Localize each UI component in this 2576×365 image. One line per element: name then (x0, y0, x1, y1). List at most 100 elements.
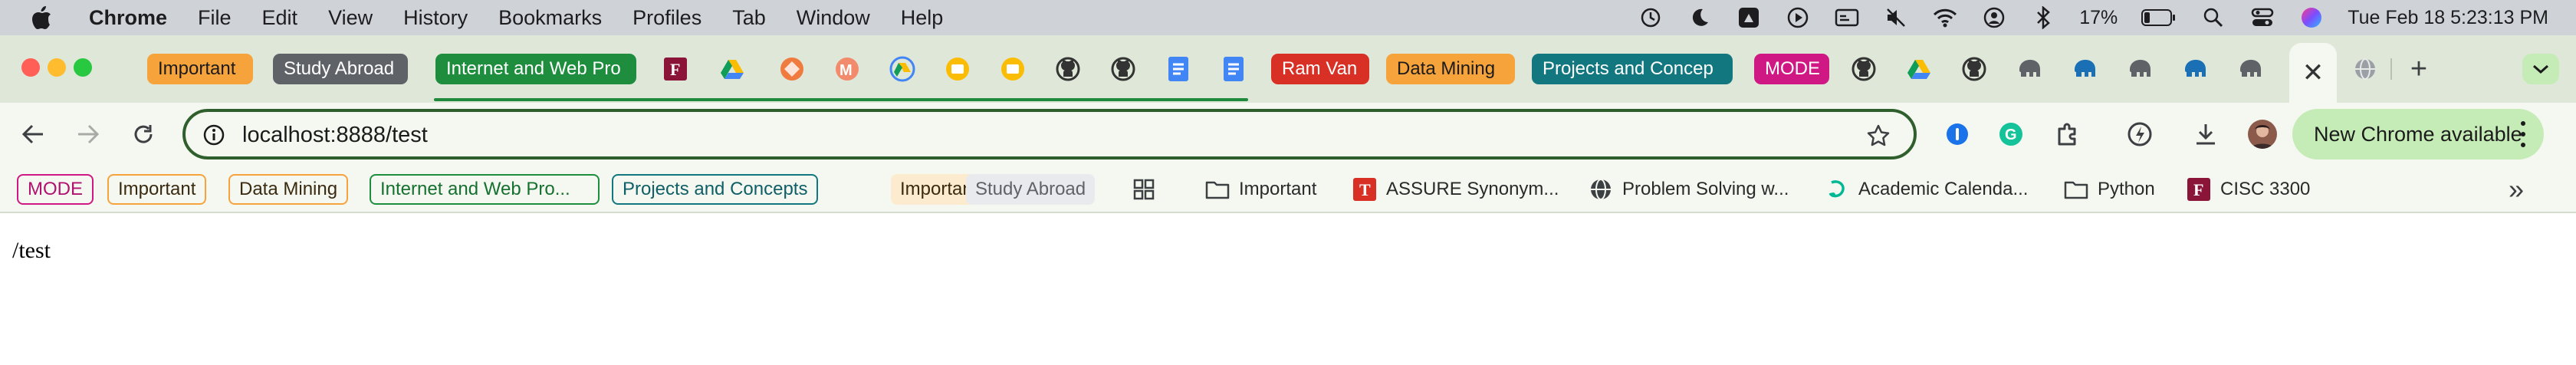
moon-icon[interactable] (1687, 5, 1713, 31)
fordham-icon[interactable]: F (662, 56, 688, 82)
bookmark-problem-solving[interactable]: Problem Solving w... (1589, 174, 1789, 205)
docs-icon[interactable] (1165, 56, 1191, 82)
menu-profiles[interactable]: Profiles (632, 6, 702, 30)
play-icon[interactable] (1785, 5, 1811, 31)
bluetooth-icon[interactable] (2030, 5, 2056, 31)
control-center-icon[interactable] (2249, 5, 2275, 31)
download-icon[interactable] (2190, 118, 2222, 150)
menu-view[interactable]: View (328, 6, 373, 30)
academic-calendar-icon (1825, 177, 1849, 202)
apps-grid-icon (1132, 177, 1156, 202)
back-button[interactable] (15, 117, 51, 152)
bookmark-academic-calendar[interactable]: Academic Calenda... (1825, 174, 2028, 205)
elephant-icon[interactable] (2072, 56, 2098, 82)
elephant-icon[interactable] (2182, 56, 2208, 82)
menu-bookmarks[interactable]: Bookmarks (498, 6, 602, 30)
slides-icon[interactable] (945, 56, 971, 82)
svg-text:F: F (670, 60, 680, 79)
elephant-icon[interactable] (2237, 56, 2263, 82)
elephant-icon[interactable] (2127, 56, 2153, 82)
bookmark-group-projects-concepts[interactable]: Projects and Concepts (612, 174, 819, 205)
menu-tab[interactable]: Tab (732, 6, 766, 30)
menu-help[interactable]: Help (901, 6, 944, 30)
password-manager-extension-icon[interactable] (1941, 118, 1973, 150)
page-content: /test (0, 213, 2576, 365)
docs-icon[interactable] (1221, 56, 1247, 82)
spotlight-search-icon[interactable] (2200, 5, 2226, 31)
bookmark-folder-python[interactable]: Python (2064, 174, 2155, 205)
card-icon[interactable] (1834, 5, 1860, 31)
muted-speaker-icon[interactable] (1883, 5, 1909, 31)
elephant-icon[interactable] (2016, 56, 2042, 82)
grammarly-extension-icon[interactable]: G (1995, 118, 2027, 150)
bookmark-group-label: Internet and Web Pro... (380, 179, 570, 199)
bookmark-group-important[interactable]: Important (107, 174, 207, 205)
menu-window[interactable]: Window (797, 6, 870, 30)
bookmark-label: Python (2098, 179, 2155, 199)
zoom-window-button[interactable] (74, 58, 92, 77)
bookmark-folder-important[interactable]: Important (1205, 174, 1316, 205)
new-tab-button[interactable]: + (2406, 53, 2432, 85)
address-bar[interactable]: localhost:8888/test (182, 109, 1917, 159)
slides-icon[interactable] (1000, 56, 1026, 82)
menu-edit[interactable]: Edit (262, 6, 298, 30)
m-logo-icon[interactable]: M (834, 56, 860, 82)
bookmark-cisc-3300[interactable]: F CISC 3300 (2187, 174, 2310, 205)
tab-group-ram-van[interactable]: Ram Van (1271, 54, 1369, 84)
siri-icon[interactable] (2298, 5, 2325, 31)
fordham-icon: F (2187, 177, 2211, 202)
tab-group-important[interactable]: Important (147, 54, 253, 84)
app-menu-chrome[interactable]: Chrome (89, 6, 167, 30)
close-tab-icon[interactable]: ✕ (2302, 58, 2325, 88)
tab-group-label: Ram Van (1282, 58, 1358, 79)
site-info-icon[interactable] (201, 122, 227, 148)
menu-history[interactable]: History (403, 6, 468, 30)
reload-button[interactable] (126, 117, 161, 152)
time-machine-icon[interactable] (1638, 5, 1664, 31)
apps-grid-button[interactable] (1132, 174, 1156, 205)
diamond-icon[interactable] (779, 56, 805, 82)
extensions-puzzle-icon[interactable] (2052, 118, 2084, 150)
github-icon[interactable] (1961, 56, 1987, 82)
bookmark-group-mode[interactable]: MODE (17, 174, 94, 205)
tab-group-mode[interactable]: MODE (1754, 54, 1829, 84)
tab-group-study-abroad[interactable]: Study Abroad (273, 54, 408, 84)
more-menu-icon[interactable] (2519, 121, 2527, 147)
macos-menu-bar: Chrome File Edit View History Bookmarks … (0, 0, 2576, 35)
forward-button[interactable] (71, 117, 106, 152)
profile-avatar[interactable] (2246, 118, 2279, 150)
bookmark-assure-synonym[interactable]: T ASSURE Synonym... (1352, 174, 1559, 205)
github-icon[interactable] (1110, 56, 1136, 82)
bookmarks-overflow-button[interactable]: » (2509, 173, 2524, 205)
menu-file[interactable]: File (198, 6, 232, 30)
apple-menu-icon[interactable] (28, 4, 55, 31)
battery-percent: 17% (2079, 6, 2118, 28)
drive-icon[interactable] (1736, 5, 1762, 31)
github-icon[interactable] (1055, 56, 1081, 82)
new-chrome-available-button[interactable]: New Chrome available (2292, 109, 2544, 159)
minimize-window-button[interactable] (48, 58, 66, 77)
bookmark-group-data-mining[interactable]: Data Mining (228, 174, 349, 205)
globe-icon[interactable] (2352, 56, 2378, 82)
github-icon[interactable] (1851, 56, 1877, 82)
google-drive-icon[interactable] (719, 56, 745, 82)
performance-icon[interactable] (2124, 118, 2156, 150)
tab-group-label: Internet and Web Pro (446, 58, 621, 79)
active-tab[interactable]: ✕ (2289, 43, 2337, 103)
google-drive-icon[interactable] (1906, 56, 1932, 82)
user-icon[interactable] (1981, 5, 2007, 31)
browser-toolbar: localhost:8888/test G New Chrome availab… (0, 103, 2576, 166)
close-window-button[interactable] (21, 58, 40, 77)
tab-group-internet-web[interactable]: Internet and Web Pro (435, 54, 636, 84)
bookmark-group-internet-web[interactable]: Internet and Web Pro... (370, 174, 600, 205)
menubar-clock[interactable]: Tue Feb 18 5:23:13 PM (2348, 7, 2548, 29)
wifi-icon[interactable] (1932, 5, 1958, 31)
tab-group-data-mining[interactable]: Data Mining (1386, 54, 1515, 84)
bookmark-star-icon[interactable] (1863, 120, 1894, 151)
url-text[interactable]: localhost:8888/test (242, 123, 428, 148)
battery-icon[interactable] (2141, 5, 2177, 31)
tab-search-button[interactable] (2522, 54, 2559, 84)
bookmark-group-study-abroad-collapsed[interactable]: Study Abroad (966, 174, 1096, 205)
tab-group-projects-concepts[interactable]: Projects and Concep (1532, 54, 1733, 84)
drive-sync-icon[interactable] (889, 56, 915, 82)
